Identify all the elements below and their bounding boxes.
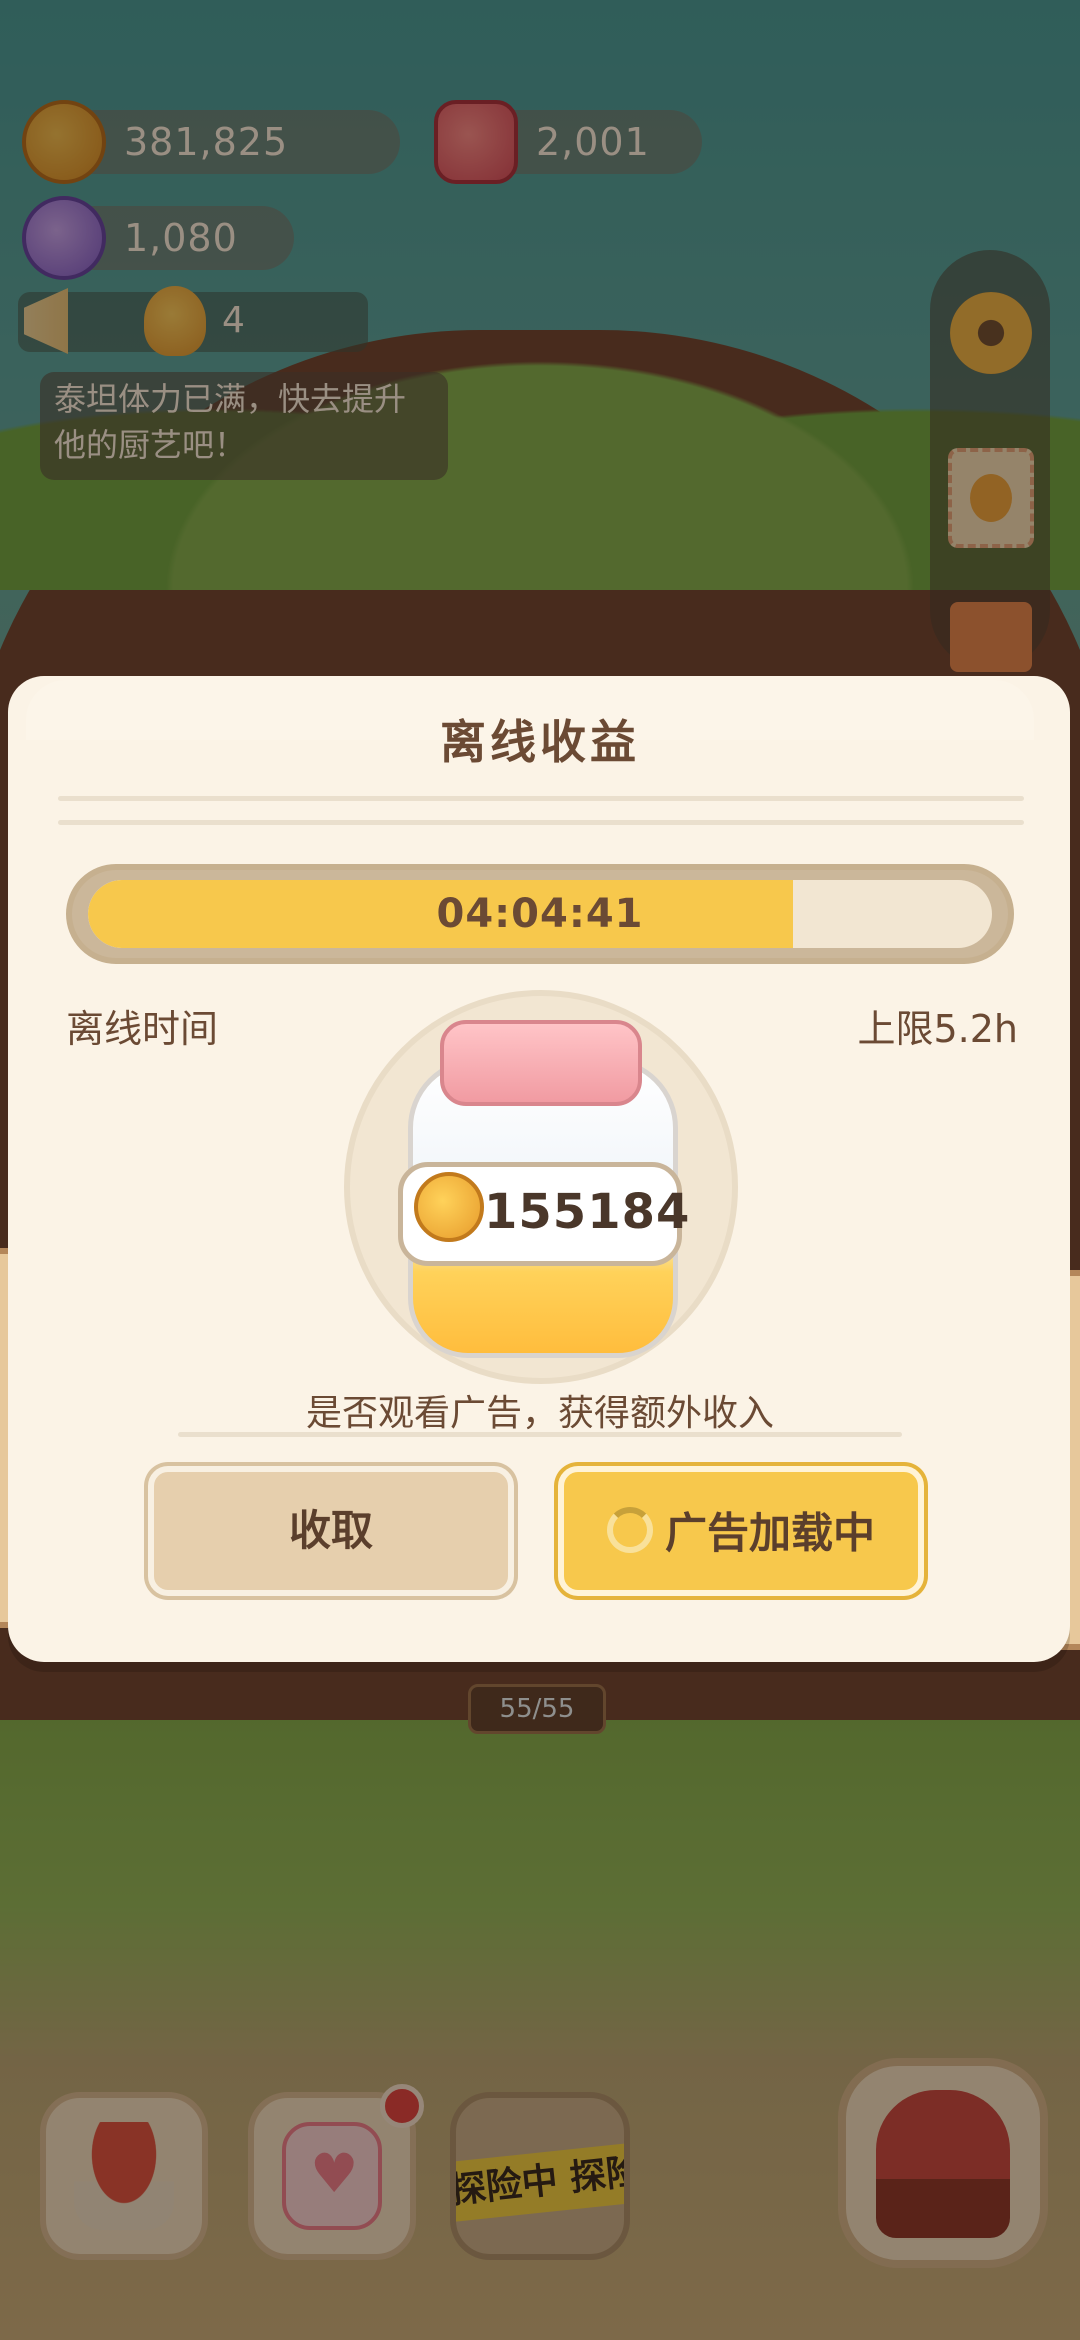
offline-time-label: 离线时间 (66, 1007, 219, 1051)
ad-button-label: 广告加载中 (664, 1508, 875, 1558)
watch-ad-button[interactable]: 广告加载中 (558, 1466, 924, 1596)
loading-spinner-icon (606, 1506, 653, 1553)
reward-amount: 155184 (484, 1184, 691, 1240)
cookie-icon (414, 1172, 484, 1242)
collect-button-label: 收取 (288, 1506, 373, 1555)
ad-question: 是否观看广告，获得额外收入 (305, 1393, 774, 1434)
offline-duration: 04:04:41 (436, 891, 644, 937)
divider (58, 820, 1024, 825)
divider (178, 1432, 902, 1437)
collect-button[interactable]: 收取 (148, 1466, 514, 1596)
jar-lid (440, 1020, 642, 1106)
divider (58, 796, 1024, 801)
dialog-title: 离线收益 (440, 715, 640, 769)
cap-label: 上限5.2h (857, 1007, 1018, 1051)
